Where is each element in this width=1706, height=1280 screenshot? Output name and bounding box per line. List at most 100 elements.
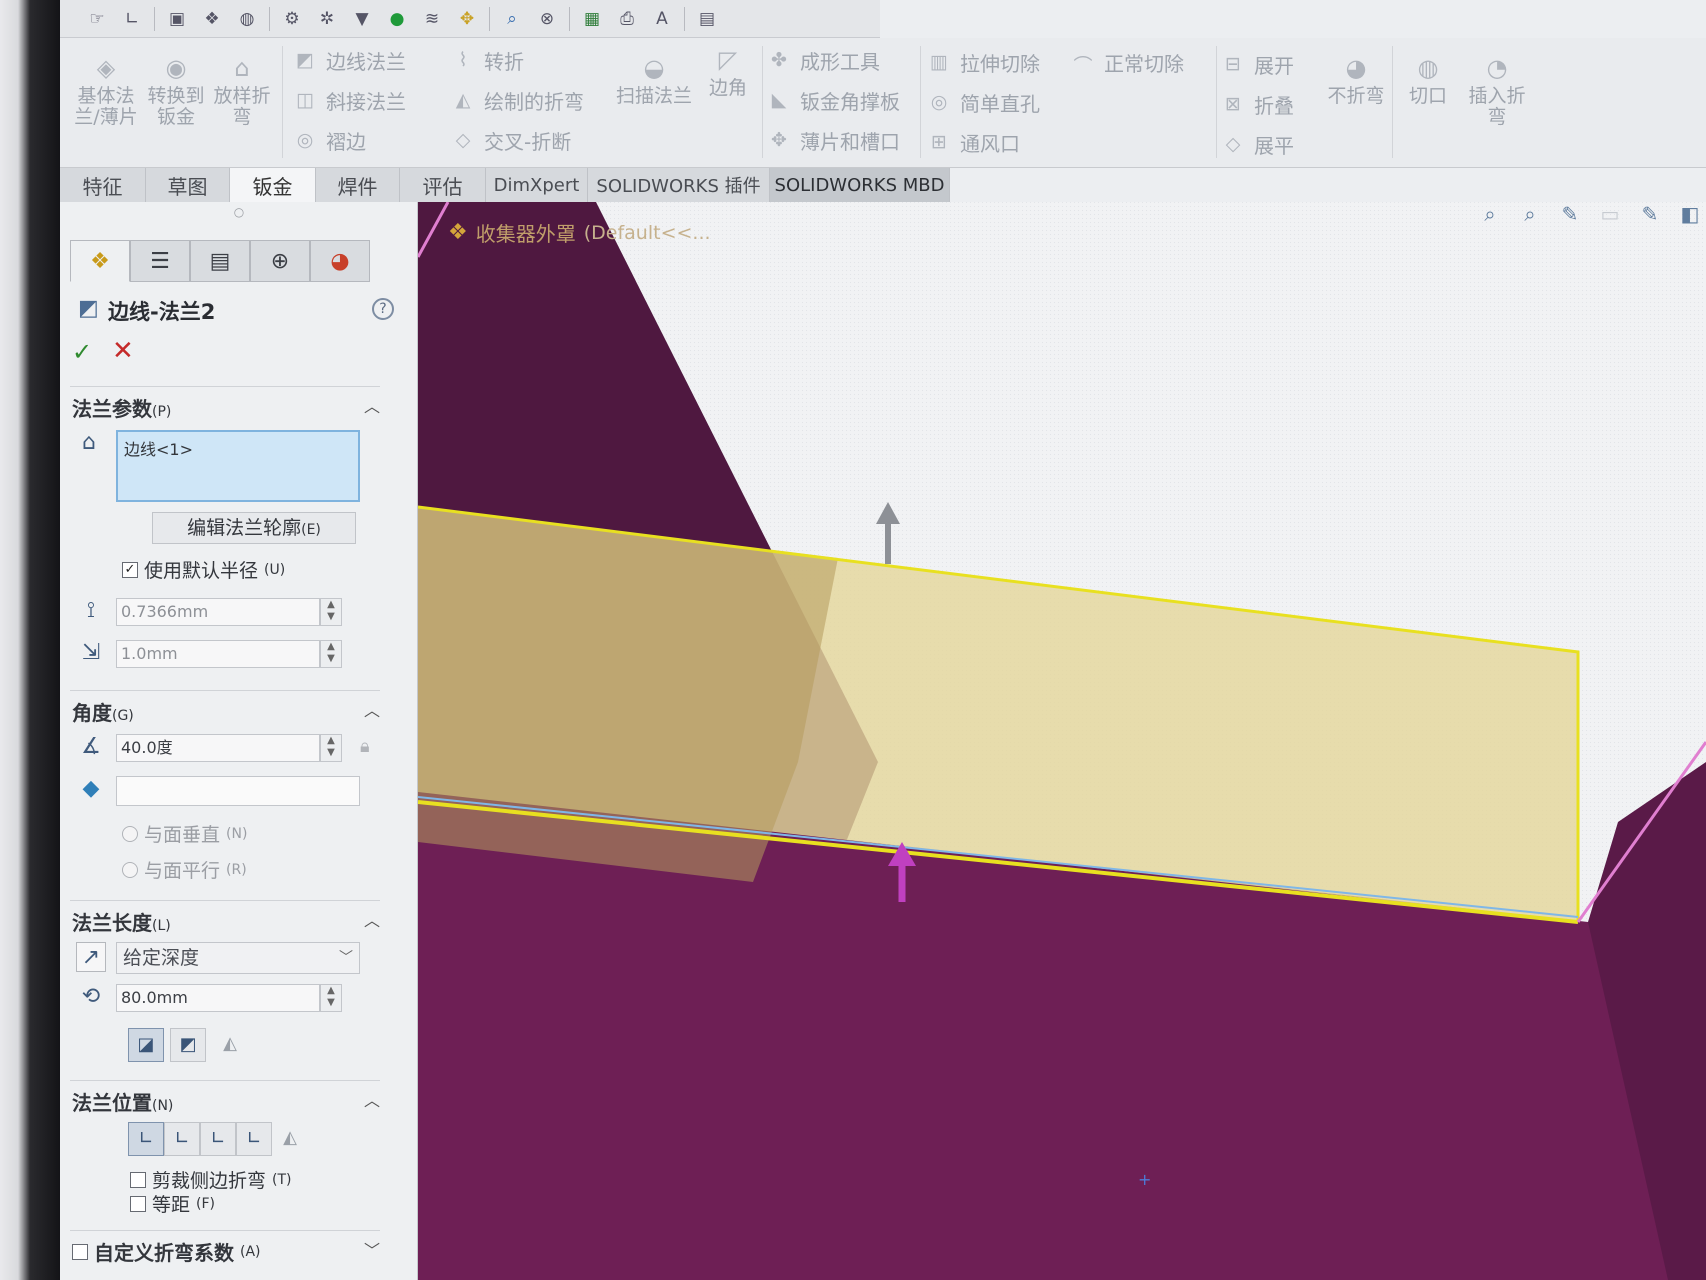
- simple-hole-button[interactable]: ◎ 简单直孔: [926, 88, 1040, 117]
- chevron-up-icon[interactable]: ︿: [364, 697, 380, 721]
- settings-icon[interactable]: ✲: [314, 7, 340, 31]
- components-icon[interactable]: ❖: [199, 7, 225, 31]
- flange-length-header[interactable]: 法兰长度(L) ︿: [70, 900, 380, 935]
- end-condition-select[interactable]: 给定深度 ﹀: [116, 942, 360, 974]
- excel-icon[interactable]: ▦: [579, 7, 605, 31]
- funnel-icon[interactable]: ▼: [349, 7, 375, 31]
- chevron-up-icon[interactable]: ︿: [364, 1087, 380, 1111]
- tangent-to-bend-button[interactable]: ◭: [272, 1122, 308, 1156]
- gear-icon[interactable]: ⚙: [279, 7, 305, 31]
- flatten-button[interactable]: ◇ 展平: [1220, 130, 1294, 159]
- cross-break-button[interactable]: ◇ 交叉-折断: [450, 126, 572, 155]
- flange-parameters-header[interactable]: 法兰参数(P) ︿: [70, 386, 380, 421]
- move-icon[interactable]: ✥: [454, 7, 480, 31]
- hem-button[interactable]: ◎ 褶边: [292, 126, 366, 155]
- miter-flange-button[interactable]: ◫ 斜接法兰: [292, 86, 406, 115]
- feature-manager-icon[interactable]: ❖: [70, 240, 130, 282]
- insert-bends-button[interactable]: ◔ 插入折弯: [1462, 54, 1532, 128]
- trim-side-bends-checkbox[interactable]: 剪裁侧边折弯 (T): [130, 1166, 292, 1193]
- map-pin-icon[interactable]: ●: [384, 7, 410, 31]
- swept-flange-button[interactable]: ◒ 扫描法兰: [616, 54, 692, 107]
- display-icon[interactable]: ▣: [164, 7, 190, 31]
- bend-radius-spinner[interactable]: ▲ ▼: [320, 598, 342, 626]
- tab-features[interactable]: 特征: [60, 168, 146, 202]
- virtual-sharp-button[interactable]: ∟: [236, 1122, 272, 1156]
- view-orientation-icon[interactable]: ◧: [1678, 202, 1702, 226]
- reference-face-box[interactable]: [116, 776, 360, 806]
- zoom-to-area-icon[interactable]: ⌕: [1518, 202, 1542, 226]
- dynamic-annotation-icon[interactable]: ✎: [1638, 202, 1662, 226]
- material-inside-button[interactable]: ∟: [128, 1122, 164, 1156]
- jog-button[interactable]: ⌇ 转折: [450, 46, 524, 75]
- custom-bend-allowance-header[interactable]: 自定义折弯系数 (A) ﹀: [70, 1230, 380, 1265]
- tab-sheet-metal[interactable]: 钣金: [230, 168, 316, 202]
- material-outside-button[interactable]: ∟: [164, 1122, 200, 1156]
- rip-button[interactable]: ◍ 切口: [1396, 54, 1460, 107]
- part-name[interactable]: 收集器外罩: [476, 218, 576, 247]
- selected-edge-item[interactable]: 边线<1>: [124, 440, 193, 459]
- help-icon[interactable]: ?: [372, 298, 394, 320]
- print-icon[interactable]: ⎙: [614, 7, 640, 31]
- configuration-manager-icon[interactable]: ▤: [190, 240, 250, 282]
- no-bends-button[interactable]: ◕ 不折弯: [1324, 54, 1388, 107]
- perpendicular-to-face-radio[interactable]: 与面垂直 (N): [122, 820, 247, 847]
- chevron-up-icon[interactable]: ︿: [364, 907, 380, 931]
- tab-and-slot-button[interactable]: ✥ 薄片和槽口: [766, 126, 900, 155]
- zoom-to-fit-icon[interactable]: ⌕: [1478, 202, 1502, 226]
- extruded-cut-button[interactable]: ▥ 拉伸切除: [926, 48, 1040, 77]
- parallel-to-face-radio[interactable]: 与面平行 (R): [122, 856, 247, 883]
- tab-dimxpert[interactable]: DimXpert: [486, 168, 588, 202]
- display-manager-icon[interactable]: ◕: [310, 240, 370, 282]
- vent-button[interactable]: ⊞ 通风口: [926, 128, 1020, 157]
- unfold-button[interactable]: ⊟ 展开: [1220, 50, 1294, 79]
- gap-distance-spinner[interactable]: ▲ ▼: [320, 640, 342, 668]
- sheet-metal-gusset-button[interactable]: ◣ 钣金角撑板: [766, 86, 900, 115]
- lofted-bend-button[interactable]: ⌂ 放样折弯: [210, 54, 274, 128]
- radio-icon[interactable]: [122, 825, 138, 842]
- edge-flange-button[interactable]: ◩ 边线法兰: [292, 46, 406, 75]
- bend-outside-button[interactable]: ∟: [200, 1122, 236, 1156]
- use-default-radius-checkbox[interactable]: ✓ 使用默认半径 (U): [122, 556, 285, 583]
- flange-length-spinner[interactable]: ▲ ▼: [320, 984, 342, 1012]
- cancel-x-icon[interactable]: ✕: [112, 336, 134, 366]
- sketch-icon[interactable]: ∟: [119, 7, 145, 31]
- pointer-icon[interactable]: ☞: [84, 7, 110, 31]
- edge-selection-box[interactable]: 边线<1>: [116, 430, 360, 502]
- base-flange-button[interactable]: ◈ 基体法兰/薄片: [74, 54, 138, 128]
- flange-position-header[interactable]: 法兰位置(N) ︿: [70, 1080, 380, 1115]
- inner-virtual-sharp-button[interactable]: ◩: [170, 1028, 206, 1062]
- flange-angle-spinner[interactable]: ▲ ▼: [320, 734, 342, 762]
- globe-icon[interactable]: ◍: [234, 7, 260, 31]
- convert-to-sheet-metal-button[interactable]: ◉ 转换到钣金: [144, 54, 208, 128]
- flange-length-field[interactable]: 80.0mm: [116, 984, 320, 1012]
- binoculars-icon[interactable]: ⊗: [534, 7, 560, 31]
- offset-checkbox[interactable]: 等距 (F): [130, 1190, 215, 1217]
- dimxpert-manager-icon[interactable]: ⊕: [250, 240, 310, 282]
- tab-evaluate[interactable]: 评估: [400, 168, 486, 202]
- checkbox-icon[interactable]: [130, 1171, 146, 1188]
- sketched-bend-button[interactable]: ◭ 绘制的折弯: [450, 86, 584, 115]
- graphics-viewport[interactable]: ❖ 收集器外罩 (Default<<... ⌕ ⌕ ✎ ▭ ✎ ◧ +: [418, 202, 1706, 1280]
- panel-grip[interactable]: ○: [60, 202, 418, 222]
- flange-angle-field[interactable]: 40.0度: [116, 734, 320, 762]
- bend-radius-field[interactable]: 0.7366mm: [116, 598, 320, 626]
- corners-button[interactable]: ◸ 边角: [696, 46, 760, 99]
- radio-icon[interactable]: [122, 861, 138, 878]
- checkbox-icon[interactable]: [130, 1195, 146, 1212]
- calendar-icon[interactable]: ▤: [694, 7, 720, 31]
- normal-cut-button[interactable]: ⌒ 正常切除: [1070, 48, 1184, 77]
- previous-view-icon[interactable]: ✎: [1558, 202, 1582, 226]
- ok-check-icon[interactable]: ✓: [72, 338, 92, 366]
- search-icon[interactable]: ⌕: [499, 7, 525, 31]
- checkbox-icon[interactable]: [72, 1243, 88, 1260]
- tab-solidworks-addins[interactable]: SOLIDWORKS 插件: [588, 168, 770, 202]
- spring-icon[interactable]: ≋: [419, 7, 445, 31]
- tab-sketch[interactable]: 草图: [146, 168, 230, 202]
- tab-solidworks-mbd[interactable]: SOLIDWORKS MBD: [770, 168, 950, 202]
- sheet-metal-model[interactable]: [418, 202, 1706, 1280]
- tab-weldments[interactable]: 焊件: [316, 168, 400, 202]
- chevron-up-icon[interactable]: ︿: [364, 393, 380, 417]
- edit-flange-profile-button[interactable]: 编辑法兰轮廓(E): [152, 512, 356, 544]
- lock-icon[interactable]: 🔒︎: [360, 736, 370, 757]
- tangent-bend-button[interactable]: ◭: [212, 1028, 248, 1062]
